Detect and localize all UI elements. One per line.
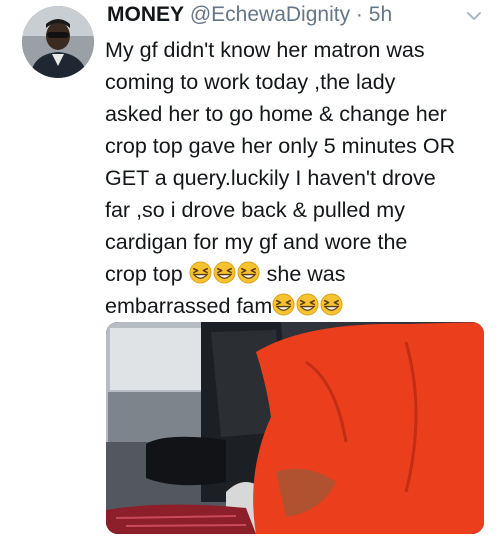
user-handle[interactable]: @EchewaDignity <box>190 3 350 26</box>
tweet-text-line: crop top she was <box>105 258 497 290</box>
tweet-text-fragment: she was <box>260 262 346 286</box>
car-interior-photo <box>106 322 484 534</box>
tweet-header: MONEY @EchewaDignity · 5h <box>107 3 392 27</box>
tweet-text-fragment: embarrassed fam <box>105 294 273 318</box>
tweet-text: My gf didn't know her matron was coming … <box>105 34 497 322</box>
avatar[interactable] <box>22 6 94 78</box>
tweet-text-line: embarrassed fam <box>105 290 497 322</box>
grinning-squinting-face-icon <box>296 293 320 318</box>
tweet-text-line: coming to work today ,the lady <box>105 70 396 94</box>
separator-dot: · <box>355 3 363 26</box>
grinning-squinting-face-icon <box>320 293 344 318</box>
grinning-squinting-face-icon <box>237 261 261 286</box>
avatar-photo <box>22 6 94 78</box>
tweet-text-line: crop top gave her only 5 minutes OR <box>105 134 456 158</box>
tweet-text-fragment: crop top <box>105 262 189 286</box>
chevron-down-icon[interactable] <box>466 8 482 24</box>
tweet-text-line: asked her to go home & change her <box>105 102 447 126</box>
tweet[interactable]: MONEY @EchewaDignity · 5h My gf didn't k… <box>0 0 500 538</box>
tweet-photo[interactable] <box>106 322 484 534</box>
timestamp[interactable]: 5h <box>369 3 392 26</box>
display-name[interactable]: MONEY <box>107 3 184 26</box>
grinning-squinting-face-icon <box>272 293 296 318</box>
tweet-text-line: cardigan for my gf and wore the <box>105 230 408 254</box>
tweet-text-line: My gf didn't know her matron was <box>105 38 425 62</box>
tweet-text-line: GET a query.luckily I haven't drove <box>105 166 436 190</box>
grinning-squinting-face-icon <box>189 261 213 286</box>
grinning-squinting-face-icon <box>213 261 237 286</box>
tweet-text-line: far ,so i drove back & pulled my <box>105 198 405 222</box>
